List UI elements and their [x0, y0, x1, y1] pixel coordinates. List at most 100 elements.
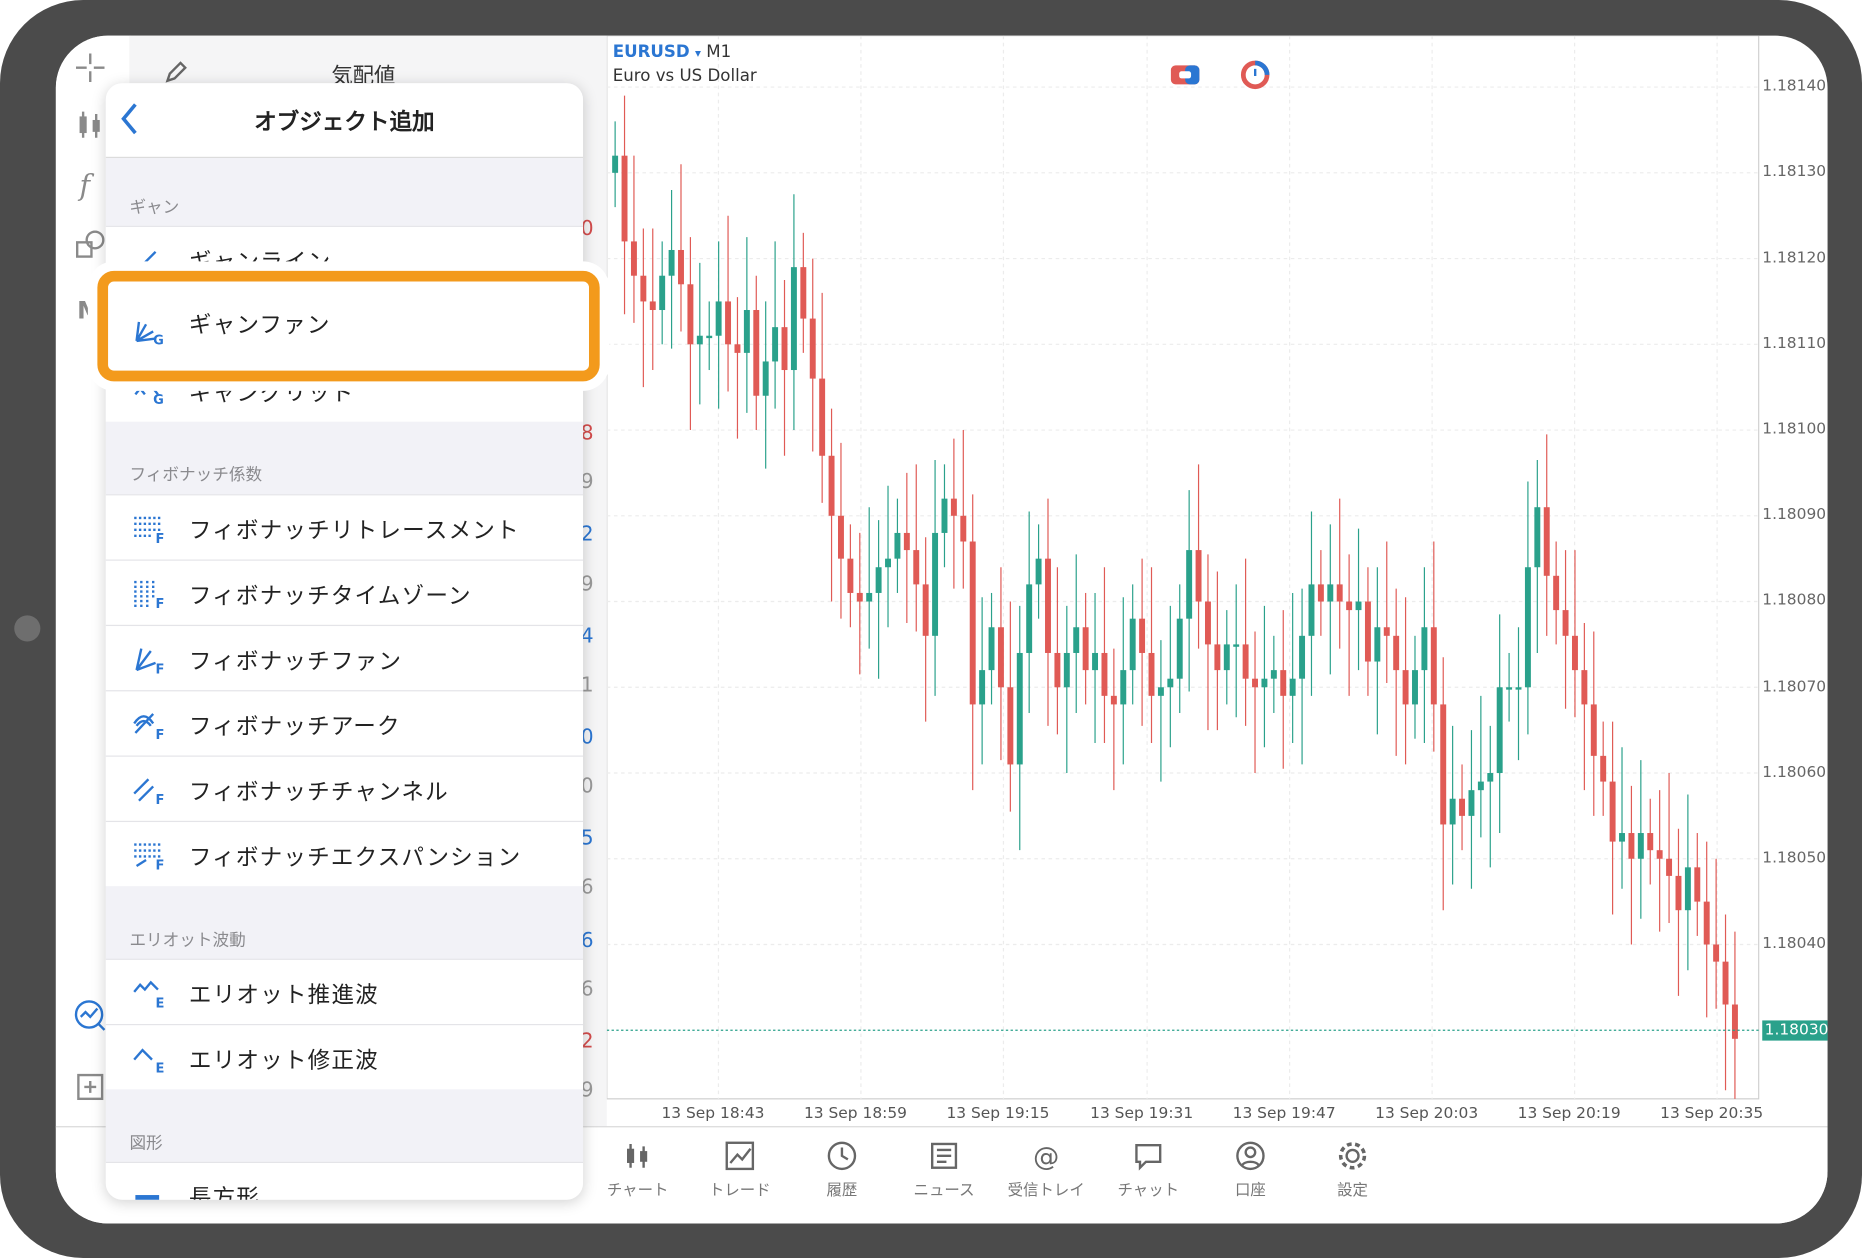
menu-item-fibo-expansion[interactable]: F フィボナッチエクスパンション: [105, 820, 584, 887]
menu-item-label: フィボナッチリトレースメント: [188, 517, 520, 545]
nav-label: チャット: [1117, 1181, 1180, 1200]
svg-text:E: E: [156, 996, 165, 1008]
fibo-expansion-icon: F: [132, 840, 168, 874]
menu-item-label: エリオット修正波: [188, 1047, 379, 1074]
candle-body: [612, 155, 619, 173]
candle-body: [1073, 627, 1080, 653]
chart-canvas[interactable]: [606, 35, 1828, 1123]
candle-body: [819, 378, 826, 456]
svg-text:F: F: [156, 793, 165, 805]
candle-body: [762, 361, 769, 396]
candle-body: [1280, 670, 1287, 696]
current-price-label: 1.18030: [1762, 1020, 1828, 1041]
candle-body: [1242, 644, 1249, 679]
candle-body: [1129, 618, 1136, 671]
candle-body: [1666, 858, 1673, 876]
candle-body: [715, 301, 722, 336]
menu-item-fibo-fan[interactable]: F フィボナッチファン: [105, 624, 584, 691]
nav-label: 口座: [1234, 1181, 1266, 1200]
menu-item-label: フィボナッチアーク: [188, 713, 401, 741]
candle-body: [1082, 627, 1089, 671]
at-sign-icon: @: [1033, 1142, 1059, 1172]
candle-body: [1590, 704, 1597, 756]
menu-item-fibo-retracement[interactable]: F フィボナッチリトレースメント: [105, 494, 584, 560]
candle-body: [1562, 610, 1569, 636]
nav-trade[interactable]: トレード: [692, 1139, 787, 1200]
account-icon: [1236, 1141, 1265, 1171]
time-tick-label: 13 Sep 18:43: [661, 1104, 765, 1123]
candle-body: [894, 532, 901, 559]
menu-item-label: ギャンファン: [188, 312, 331, 339]
candle-body: [922, 584, 929, 636]
candle-body: [809, 318, 816, 379]
candle-body: [1487, 773, 1494, 782]
menu-item-elliott-impulse[interactable]: E エリオット推進波: [105, 958, 584, 1024]
candle-body: [659, 275, 666, 311]
candle-body: [706, 335, 713, 339]
nav-account[interactable]: 口座: [1203, 1139, 1298, 1200]
nav-settings[interactable]: 設定: [1305, 1139, 1400, 1200]
symbol-name[interactable]: EURUSD: [613, 43, 690, 62]
candle-body: [1110, 695, 1117, 705]
time-tick-label: 13 Sep 19:15: [946, 1104, 1050, 1123]
candle-body: [1637, 833, 1644, 859]
candle-body: [1355, 601, 1362, 611]
price-tick-label: 1.18040: [1762, 934, 1827, 953]
menu-item-fibo-arc[interactable]: F フィボナッチアーク: [105, 690, 584, 756]
nav-chat[interactable]: チャット: [1101, 1139, 1196, 1200]
fibo-arc-icon: F: [132, 709, 168, 743]
candle-body: [725, 301, 732, 345]
candle-body: [1214, 644, 1221, 671]
candle-body: [1007, 687, 1014, 765]
menu-item-gann-fan-highlighted[interactable]: G ギャンファン: [97, 270, 600, 382]
candle-body: [1233, 644, 1240, 647]
svg-text:F: F: [156, 663, 165, 675]
candlestick-icon: [627, 1143, 648, 1168]
nav-chart[interactable]: チャート: [590, 1139, 685, 1200]
candle-body: [743, 310, 750, 353]
candle-body: [1054, 652, 1061, 688]
timeframe-label[interactable]: M1: [706, 43, 731, 62]
candle-body: [838, 515, 844, 559]
nav-history[interactable]: 履歴: [794, 1139, 889, 1200]
candle-body: [997, 627, 1004, 688]
menu-item-fibo-timezone[interactable]: F フィボナッチタイムゾーン: [105, 559, 584, 625]
menu-item-fibo-channel[interactable]: F フィボナッチチャンネル: [105, 755, 584, 821]
menu-item-label: 長方形: [188, 1185, 261, 1200]
nav-label: 受信トレイ: [1007, 1181, 1085, 1200]
symbol-selector[interactable]: EURUSD ▾ M1: [613, 43, 731, 62]
candle-body: [960, 515, 967, 542]
candle-body: [1440, 704, 1447, 825]
candle-body: [630, 241, 637, 276]
nav-label: 履歴: [826, 1181, 858, 1200]
chat-bubble-icon: [1135, 1143, 1162, 1171]
nav-mailbox[interactable]: @ 受信トレイ: [999, 1139, 1094, 1200]
candle-body: [1317, 584, 1324, 602]
price-tick-label: 1.18110: [1762, 334, 1827, 353]
candle-body: [828, 455, 835, 516]
elliott-impulse-icon: E: [132, 978, 168, 1011]
candle-body: [932, 532, 939, 636]
candle-body: [1421, 627, 1428, 671]
timer-icon[interactable]: [1240, 59, 1271, 90]
price-tick-label: 1.18100: [1762, 420, 1827, 439]
candle-body: [1553, 575, 1560, 611]
candle-body: [885, 558, 891, 568]
candle-body: [1035, 558, 1042, 585]
candle-body: [1016, 652, 1023, 765]
candle-body: [1524, 567, 1531, 688]
time-tick-label: 13 Sep 20:19: [1517, 1104, 1621, 1123]
one-click-trading-icon[interactable]: [1170, 64, 1201, 85]
trade-chart-icon: [725, 1141, 755, 1171]
chevron-down-icon[interactable]: ▾: [695, 48, 701, 61]
price-tick-label: 1.18080: [1762, 592, 1827, 610]
candle-body: [1176, 618, 1183, 679]
menu-item-elliott-correction[interactable]: E エリオット修正波: [105, 1023, 584, 1090]
nav-news[interactable]: ニュース: [897, 1139, 992, 1200]
candle-body: [950, 498, 957, 516]
panel-title: オブジェクト追加: [254, 109, 435, 136]
menu-item-rectangle[interactable]: 長方形: [105, 1161, 584, 1200]
candle-body: [1186, 550, 1193, 619]
price-chart[interactable]: EURUSD ▾ M1 Euro vs US Dollar 1.18140 1.1…: [606, 35, 1828, 1123]
svg-text:F: F: [156, 859, 165, 871]
